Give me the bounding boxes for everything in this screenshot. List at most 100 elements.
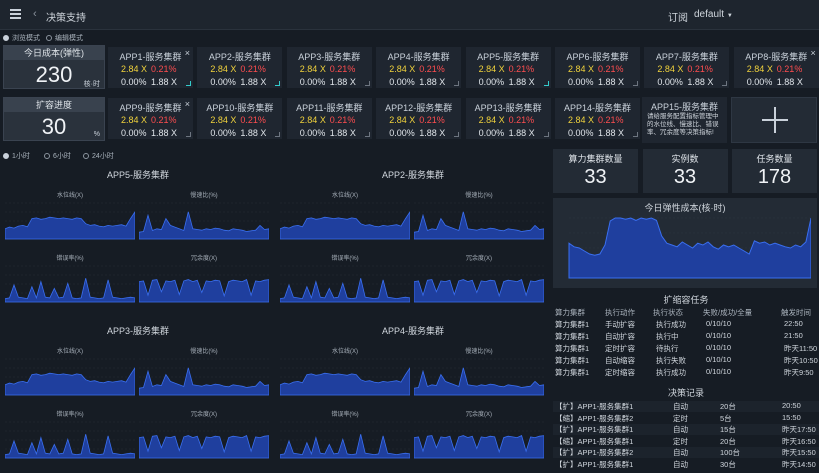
list-cell: 【扩】APP1-服务集群1	[555, 402, 634, 411]
app-card-ratio: 2.84 X	[210, 64, 237, 74]
app-card-redundancy: 1.88 X	[598, 77, 625, 87]
app-card[interactable]: APP5-服务集群 2.84 X 0.21% 0.00% 1.88 X	[465, 47, 551, 88]
app-card-ratio: 2.84 X	[299, 115, 326, 125]
app-card[interactable]: APP3-服务集群 2.84 X 0.21% 0.00% 1.88 X	[286, 47, 372, 88]
table-cell: 手动扩容	[605, 320, 635, 329]
mode-edit[interactable]: 编辑模式	[46, 33, 83, 43]
app-card-redundancy: 1.88 X	[419, 77, 446, 87]
list-cell: 定时	[673, 413, 688, 423]
add-app-button[interactable]	[731, 97, 817, 143]
table-header: 算力集群 执行动作 执行状态 失败/成功/全量 触发时间	[553, 307, 819, 318]
user-dropdown[interactable]: default ▼	[694, 9, 733, 20]
app-root: ‹ 决策支持 订阅 default ▼ 浏览模式 编辑模式 今日成本(弹性) 2…	[0, 0, 819, 473]
app-card-slow: 0.00%	[657, 77, 683, 87]
app-card[interactable]: APP12-服务集群 2.84 X 0.21% 0.00% 1.88 X	[376, 98, 462, 139]
app-card[interactable]: APP6-服务集群 2.84 X 0.21% 0.00% 1.88 X	[555, 47, 640, 88]
table-cell: 自动扩容	[605, 332, 635, 341]
menu-icon[interactable]	[10, 9, 21, 20]
table-row[interactable]: 算力集群1 定时缩容 执行成功 0/10/10 昨天9:50	[553, 367, 819, 378]
list-cell: 自动	[673, 402, 688, 411]
table-cell: 待执行	[656, 344, 679, 353]
range-24h[interactable]: 24小时	[83, 151, 114, 161]
list-item[interactable]: 【扩】APP1-服务集群1 自动 20台 20:50	[553, 401, 819, 412]
list-cell: 15:50	[782, 412, 801, 422]
app-card-error: 0.21%	[776, 64, 803, 74]
app-card-ratio: 2.84 X	[746, 64, 773, 74]
mini-chart-title: 冗余度(X)	[466, 412, 492, 418]
app-card[interactable]: APP8-服务集群 2.84 X 0.21% 0.00% 1.88 X ×	[733, 47, 819, 88]
range-label: 24小时	[92, 153, 114, 160]
list-cell: 昨天16:50	[782, 436, 816, 446]
app-card-slow: 0.00%	[389, 77, 415, 87]
metric-group: APP4-服务集群 水位线(X) 慢速比(%) 错误率(%) 冗余度(X)	[280, 324, 546, 470]
table-cell: 昨天11:50	[784, 344, 818, 353]
resize-corner-icon	[633, 81, 638, 86]
close-icon[interactable]: ×	[185, 99, 190, 109]
list-cell: 自动	[673, 459, 688, 469]
list-cell: 昨天15:50	[782, 448, 816, 457]
app-card-ratio: 2.84 X	[478, 64, 505, 74]
app-card[interactable]: APP13-服务集群 2.84 X 0.21% 0.00% 1.88 X	[465, 98, 551, 139]
mini-area-chart	[139, 202, 269, 240]
app-card[interactable]: APP1-服务集群 2.84 X 0.21% 0.00% 1.88 X ×	[108, 47, 193, 88]
app-card-slow: 0.00%	[478, 128, 505, 138]
cost-chart	[568, 217, 811, 279]
app-card[interactable]: APP2-服务集群 2.84 X 0.21% 0.00% 1.88 X	[197, 47, 283, 88]
mini-chart-title: 冗余度(X)	[191, 412, 217, 418]
list-cell: 20台	[720, 436, 736, 446]
close-icon[interactable]: ×	[811, 48, 816, 58]
mini-area-chart	[139, 358, 269, 396]
stat-card: 实例数 33	[642, 149, 728, 193]
table-row[interactable]: 算力集群1 自动缩容 执行失败 0/10/10 昨天10:50	[553, 355, 819, 366]
table-cell: 算力集群1	[555, 332, 590, 341]
mini-area-chart	[139, 421, 269, 459]
radio-icon	[83, 153, 89, 159]
app-card-name: APP12-服务集群	[385, 103, 453, 113]
app-card-ratio: 2.84 X	[210, 115, 237, 125]
table-row[interactable]: 算力集群1 自动扩容 执行中 0/10/10 21:50	[553, 331, 819, 342]
mini-area-chart	[5, 202, 135, 240]
table-row[interactable]: 算力集群1 手动扩容 执行成功 0/10/10 22:50	[553, 319, 819, 330]
chevron-left-icon[interactable]: ‹	[33, 8, 37, 20]
range-6h[interactable]: 6小时	[44, 151, 71, 161]
app-card[interactable]: APP4-服务集群 2.84 X 0.21% 0.00% 1.88 X	[376, 47, 462, 88]
column-header: 触发时间	[781, 308, 811, 317]
records-title: 决策记录	[667, 388, 704, 398]
table-cell: 昨天9:50	[784, 368, 814, 377]
list-item[interactable]: 【扩】APP1-服务集群1 自动 15台 昨天17:50	[553, 424, 819, 435]
app-card-redundancy: 1.88 X	[151, 77, 178, 87]
app-card-name: APP5-服务集群	[477, 52, 540, 62]
table-cell: 定时缩容	[605, 368, 635, 377]
app-card[interactable]: APP10-服务集群 2.84 X 0.21% 0.00% 1.88 X	[197, 98, 283, 139]
app-card-ratio: 2.84 X	[389, 64, 416, 74]
stat-value: 178	[757, 166, 792, 188]
app-card-name: APP6-服务集群	[566, 52, 629, 62]
app-card[interactable]: APP7-服务集群 2.84 X 0.21% 0.00% 1.88 X	[644, 47, 730, 88]
range-1h[interactable]: 1小时	[3, 151, 30, 161]
list-item[interactable]: 【缩】APP1-服务集群2 定时 5台 15:50	[553, 413, 819, 424]
app15-card[interactable]: APP15-服务集群 请给服务配置指标管理中的水位线、慢速比、错误率、冗余度等决…	[642, 97, 727, 143]
mini-area-chart	[139, 265, 269, 303]
list-item[interactable]: 【扩】APP1-服务集群2 自动 100台 昨天15:50	[553, 447, 819, 458]
app-card[interactable]: APP11-服务集群 2.84 X 0.21% 0.00% 1.88 X	[286, 98, 372, 139]
column-header: 失败/成功/全量	[703, 308, 753, 317]
list-item[interactable]: 【扩】APP1-服务集群1 自动 30台 昨天14:50	[553, 459, 819, 470]
resize-corner-icon	[275, 132, 281, 137]
tasks-table: 算力集群 执行动作 执行状态 失败/成功/全量 触发时间 算力集群1 手动扩容 执行成功 0/1…	[553, 307, 819, 381]
app-card-error: 0.21%	[151, 64, 177, 74]
list-item[interactable]: 【缩】APP1-服务集群1 定时 20台 昨天16:50	[553, 436, 819, 447]
mini-chart-title: 错误率(%)	[331, 412, 359, 418]
app-card-redundancy: 1.88 X	[329, 128, 356, 138]
subscribe-link[interactable]: 订阅	[668, 9, 688, 24]
table-cell: 昨天10:50	[784, 356, 818, 365]
app-card[interactable]: APP14-服务集群 2.84 X 0.21% 0.00% 1.88 X	[555, 98, 640, 139]
mode-browse[interactable]: 浏览模式	[3, 33, 40, 43]
app-card-slow: 0.00%	[121, 77, 147, 87]
app-card[interactable]: APP9-服务集群 2.84 X 0.21% 0.00% 1.88 X ×	[108, 98, 193, 139]
app-card-error: 0.21%	[151, 115, 177, 125]
app-card-error: 0.21%	[598, 64, 624, 74]
range-label: 1小时	[12, 153, 30, 160]
table-row[interactable]: 算力集群1 定时扩容 待执行 0/10/10 昨天11:50	[553, 343, 819, 354]
app-card-slow: 0.00%	[568, 128, 594, 138]
close-icon[interactable]: ×	[185, 48, 190, 58]
